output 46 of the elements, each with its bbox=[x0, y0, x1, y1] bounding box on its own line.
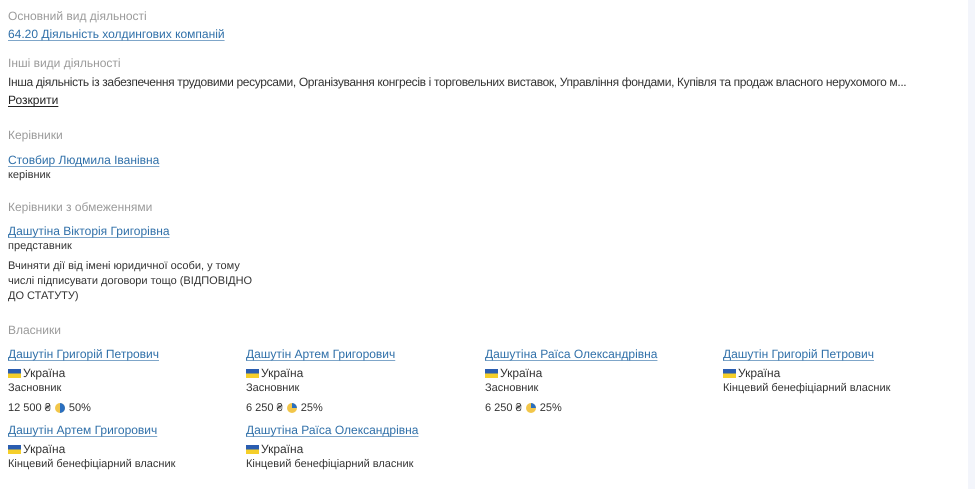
flag-icon bbox=[8, 369, 21, 378]
person-link[interactable]: Дашутіна Вікторія Григорівна bbox=[8, 224, 170, 238]
person-link[interactable]: Стовбир Людмила Іванівна bbox=[8, 153, 160, 167]
share-percent: 25% bbox=[540, 401, 562, 415]
flag-icon bbox=[246, 445, 259, 454]
owner-link[interactable]: Дашутін Григорій Петрович bbox=[8, 347, 159, 361]
section-title: Керівники з обмеженнями bbox=[8, 199, 154, 215]
flag-icon bbox=[246, 369, 259, 378]
flag-icon bbox=[723, 369, 736, 378]
person-role: представник bbox=[8, 239, 73, 253]
section-title: Керівники bbox=[8, 127, 64, 143]
owner-link[interactable]: Дашутіна Раїса Олександрівна bbox=[485, 347, 658, 361]
section-title: Власники bbox=[8, 322, 62, 338]
capital-amount: 12 500 ₴ bbox=[8, 401, 51, 415]
owner-role: Кінцевий бенефіціарний власник bbox=[8, 457, 176, 472]
owner-link[interactable]: Дашутіна Раїса Олександрівна bbox=[246, 423, 418, 437]
country-text: Україна bbox=[500, 366, 542, 381]
flag-icon bbox=[8, 445, 21, 454]
activity-link[interactable]: 64.20 Діяльність холдингових компаній bbox=[8, 27, 225, 41]
share-percent: 50% bbox=[68, 401, 91, 415]
activities-text: Інша діяльність із забезпечення трудовими ресурсами, Організування конгресів і торговельних виставок, Управління фондами, Купівля та продаж власного нерухомого м... bbox=[8, 74, 908, 90]
authority-note: Вчиняти дії від імені юридичної особи, у тому числі підписувати договори тощо (ВІДПОВІДНО ДО СТАТУТУ) bbox=[8, 259, 253, 304]
pie-icon bbox=[286, 402, 298, 414]
pie-icon bbox=[54, 402, 66, 414]
owner-role: Кінцевий бенефіціарний власник bbox=[246, 457, 414, 472]
country-text: Україна bbox=[23, 366, 66, 381]
section-title: Основний вид діяльності bbox=[8, 8, 148, 24]
capital-amount: 6 250 ₴ bbox=[246, 401, 283, 415]
owner-role: Засновник bbox=[246, 381, 300, 396]
section-title: Інші види діяльності bbox=[8, 55, 122, 71]
person-role: керівник bbox=[8, 168, 52, 182]
owner-role: Засновник bbox=[485, 381, 540, 396]
country-text: Україна bbox=[261, 366, 304, 381]
owner-role: Засновник bbox=[8, 381, 62, 396]
owner-role: Кінцевий бенефіціарний власник bbox=[723, 381, 892, 396]
country-text: Україна bbox=[261, 442, 304, 457]
flag-icon bbox=[485, 369, 498, 378]
owner-link[interactable]: Дашутін Артем Григорович bbox=[8, 423, 158, 437]
owner-link[interactable]: Дашутін Григорій Петрович bbox=[723, 347, 874, 361]
pie-icon bbox=[524, 402, 537, 414]
country-text: Україна bbox=[23, 442, 66, 457]
capital-amount: 6 250 ₴ bbox=[485, 401, 522, 415]
share-percent: 25% bbox=[300, 401, 323, 415]
expand-link[interactable]: Розкрити bbox=[8, 93, 58, 107]
country-text: Україна bbox=[738, 366, 780, 381]
owner-link[interactable]: Дашутін Артем Григорович bbox=[246, 347, 396, 361]
